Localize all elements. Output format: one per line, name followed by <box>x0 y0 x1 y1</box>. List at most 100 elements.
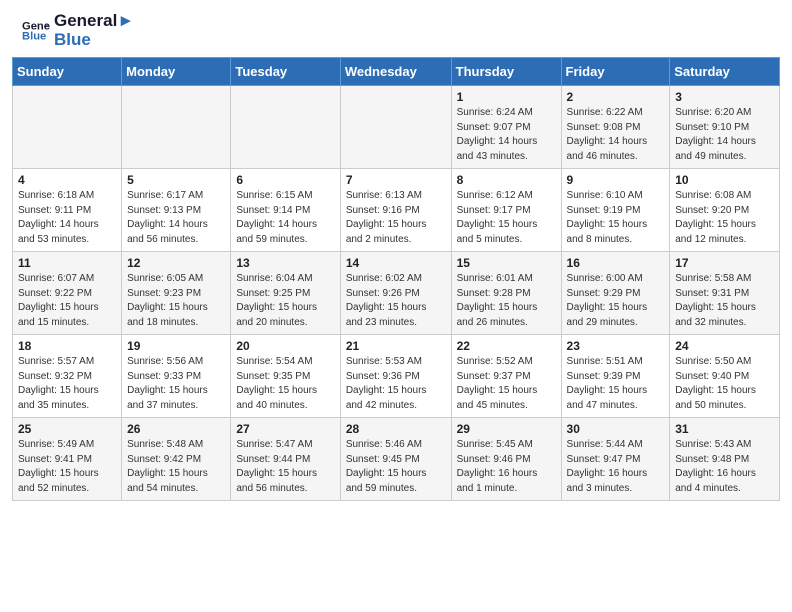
day-cell: 6 Sunrise: 6:15 AMSunset: 9:14 PMDaylight… <box>231 169 340 252</box>
day-number: 23 <box>567 339 665 353</box>
day-number: 28 <box>346 422 446 436</box>
day-number: 12 <box>127 256 225 270</box>
day-cell: 1Sunrise: 6:24 AMSunset: 9:07 PMDaylight… <box>451 86 561 169</box>
logo-line2: Blue <box>54 31 134 50</box>
day-number: 14 <box>346 256 446 270</box>
day-cell: 26Sunrise: 5:48 AMSunset: 9:42 PMDayligh… <box>122 418 231 501</box>
logo: General Blue General► Blue <box>20 12 134 49</box>
day-number: 27 <box>236 422 334 436</box>
day-cell: 29Sunrise: 5:45 AMSunset: 9:46 PMDayligh… <box>451 418 561 501</box>
day-number: 5 <box>127 173 225 187</box>
week-row-4: 18 Sunrise: 5:57 AMSunset: 9:32 PMDayligh… <box>13 335 780 418</box>
day-info: Sunrise: 6:04 AMSunset: 9:25 PMDaylight:… <box>236 272 334 330</box>
day-number: 4 <box>18 173 116 187</box>
header-cell-friday: Friday <box>561 58 670 86</box>
day-number: 26 <box>127 422 225 436</box>
day-cell: 12 Sunrise: 6:05 AMSunset: 9:23 PMDayligh… <box>122 252 231 335</box>
day-number: 1 <box>457 90 556 104</box>
day-cell: 20Sunrise: 5:54 AMSunset: 9:35 PMDayligh… <box>231 335 340 418</box>
day-number: 21 <box>346 339 446 353</box>
day-cell: 5 Sunrise: 6:17 AMSunset: 9:13 PMDaylight… <box>122 169 231 252</box>
day-cell <box>231 86 340 169</box>
day-info: Sunrise: 6:18 AMSunset: 9:11 PMDaylight:… <box>18 189 116 247</box>
day-info: Sunrise: 5:58 AMSunset: 9:31 PMDaylight:… <box>675 272 774 330</box>
day-info: Sunrise: 6:15 AMSunset: 9:14 PMDaylight:… <box>236 189 334 247</box>
day-number: 20 <box>236 339 334 353</box>
day-info: Sunrise: 6:02 AMSunset: 9:26 PMDaylight:… <box>346 272 446 330</box>
calendar-table: SundayMondayTuesdayWednesdayThursdayFrid… <box>12 57 780 501</box>
day-number: 13 <box>236 256 334 270</box>
day-info: Sunrise: 6:17 AMSunset: 9:13 PMDaylight:… <box>127 189 225 247</box>
day-info: Sunrise: 6:22 AMSunset: 9:08 PMDaylight:… <box>567 106 665 164</box>
day-info: Sunrise: 5:52 AMSunset: 9:37 PMDaylight:… <box>457 355 556 413</box>
day-info: Sunrise: 5:50 AMSunset: 9:40 PMDaylight:… <box>675 355 774 413</box>
day-cell: 15 Sunrise: 6:01 AMSunset: 9:28 PMDayligh… <box>451 252 561 335</box>
day-number: 24 <box>675 339 774 353</box>
day-info: Sunrise: 5:49 AMSunset: 9:41 PMDaylight:… <box>18 438 116 496</box>
day-cell: 9 Sunrise: 6:10 AMSunset: 9:19 PMDaylight… <box>561 169 670 252</box>
day-cell: 11Sunrise: 6:07 AMSunset: 9:22 PMDayligh… <box>13 252 122 335</box>
header-cell-sunday: Sunday <box>13 58 122 86</box>
page-header: General Blue General► Blue <box>0 0 792 57</box>
day-cell <box>122 86 231 169</box>
calendar-body: 1Sunrise: 6:24 AMSunset: 9:07 PMDaylight… <box>13 86 780 501</box>
week-row-3: 11Sunrise: 6:07 AMSunset: 9:22 PMDayligh… <box>13 252 780 335</box>
day-number: 9 <box>567 173 665 187</box>
day-cell: 27 Sunrise: 5:47 AMSunset: 9:44 PMDayligh… <box>231 418 340 501</box>
day-cell: 22Sunrise: 5:52 AMSunset: 9:37 PMDayligh… <box>451 335 561 418</box>
day-info: Sunrise: 6:00 AMSunset: 9:29 PMDaylight:… <box>567 272 665 330</box>
day-cell: 21 Sunrise: 5:53 AMSunset: 9:36 PMDayligh… <box>340 335 451 418</box>
day-info: Sunrise: 5:57 AMSunset: 9:32 PMDaylight:… <box>18 355 116 413</box>
day-number: 10 <box>675 173 774 187</box>
day-number: 2 <box>567 90 665 104</box>
day-cell: 30 Sunrise: 5:44 AMSunset: 9:47 PMDayligh… <box>561 418 670 501</box>
day-cell: 25 Sunrise: 5:49 AMSunset: 9:41 PMDayligh… <box>13 418 122 501</box>
day-cell: 13 Sunrise: 6:04 AMSunset: 9:25 PMDayligh… <box>231 252 340 335</box>
day-cell <box>13 86 122 169</box>
week-row-1: 1Sunrise: 6:24 AMSunset: 9:07 PMDaylight… <box>13 86 780 169</box>
day-number: 18 <box>18 339 116 353</box>
day-number: 11 <box>18 256 116 270</box>
day-info: Sunrise: 6:08 AMSunset: 9:20 PMDaylight:… <box>675 189 774 247</box>
day-cell <box>340 86 451 169</box>
day-cell: 23Sunrise: 5:51 AMSunset: 9:39 PMDayligh… <box>561 335 670 418</box>
day-info: Sunrise: 6:05 AMSunset: 9:23 PMDaylight:… <box>127 272 225 330</box>
day-cell: 3 Sunrise: 6:20 AMSunset: 9:10 PMDaylight… <box>670 86 780 169</box>
day-number: 16 <box>567 256 665 270</box>
day-info: Sunrise: 5:45 AMSunset: 9:46 PMDaylight:… <box>457 438 556 496</box>
day-number: 15 <box>457 256 556 270</box>
day-info: Sunrise: 5:53 AMSunset: 9:36 PMDaylight:… <box>346 355 446 413</box>
day-info: Sunrise: 6:20 AMSunset: 9:10 PMDaylight:… <box>675 106 774 164</box>
day-number: 3 <box>675 90 774 104</box>
day-number: 6 <box>236 173 334 187</box>
day-cell: 17 Sunrise: 5:58 AMSunset: 9:31 PMDayligh… <box>670 252 780 335</box>
day-info: Sunrise: 5:46 AMSunset: 9:45 PMDaylight:… <box>346 438 446 496</box>
day-cell: 2 Sunrise: 6:22 AMSunset: 9:08 PMDaylight… <box>561 86 670 169</box>
day-info: Sunrise: 6:10 AMSunset: 9:19 PMDaylight:… <box>567 189 665 247</box>
header-cell-monday: Monday <box>122 58 231 86</box>
day-cell: 16 Sunrise: 6:00 AMSunset: 9:29 PMDayligh… <box>561 252 670 335</box>
day-cell: 10 Sunrise: 6:08 AMSunset: 9:20 PMDayligh… <box>670 169 780 252</box>
day-number: 30 <box>567 422 665 436</box>
day-cell: 8 Sunrise: 6:12 AMSunset: 9:17 PMDaylight… <box>451 169 561 252</box>
day-number: 7 <box>346 173 446 187</box>
day-number: 17 <box>675 256 774 270</box>
day-number: 25 <box>18 422 116 436</box>
day-info: Sunrise: 6:01 AMSunset: 9:28 PMDaylight:… <box>457 272 556 330</box>
day-info: Sunrise: 6:13 AMSunset: 9:16 PMDaylight:… <box>346 189 446 247</box>
week-row-5: 25 Sunrise: 5:49 AMSunset: 9:41 PMDayligh… <box>13 418 780 501</box>
day-cell: 14 Sunrise: 6:02 AMSunset: 9:26 PMDayligh… <box>340 252 451 335</box>
day-info: Sunrise: 6:12 AMSunset: 9:17 PMDaylight:… <box>457 189 556 247</box>
logo-icon: General Blue <box>22 17 50 45</box>
day-cell: 19 Sunrise: 5:56 AMSunset: 9:33 PMDayligh… <box>122 335 231 418</box>
logo-line1: General► <box>54 12 134 31</box>
day-number: 19 <box>127 339 225 353</box>
header-cell-saturday: Saturday <box>670 58 780 86</box>
day-info: Sunrise: 5:47 AMSunset: 9:44 PMDaylight:… <box>236 438 334 496</box>
day-number: 8 <box>457 173 556 187</box>
day-cell: 4 Sunrise: 6:18 AMSunset: 9:11 PMDaylight… <box>13 169 122 252</box>
day-info: Sunrise: 5:43 AMSunset: 9:48 PMDaylight:… <box>675 438 774 496</box>
day-info: Sunrise: 5:56 AMSunset: 9:33 PMDaylight:… <box>127 355 225 413</box>
day-info: Sunrise: 5:44 AMSunset: 9:47 PMDaylight:… <box>567 438 665 496</box>
day-cell: 24 Sunrise: 5:50 AMSunset: 9:40 PMDayligh… <box>670 335 780 418</box>
